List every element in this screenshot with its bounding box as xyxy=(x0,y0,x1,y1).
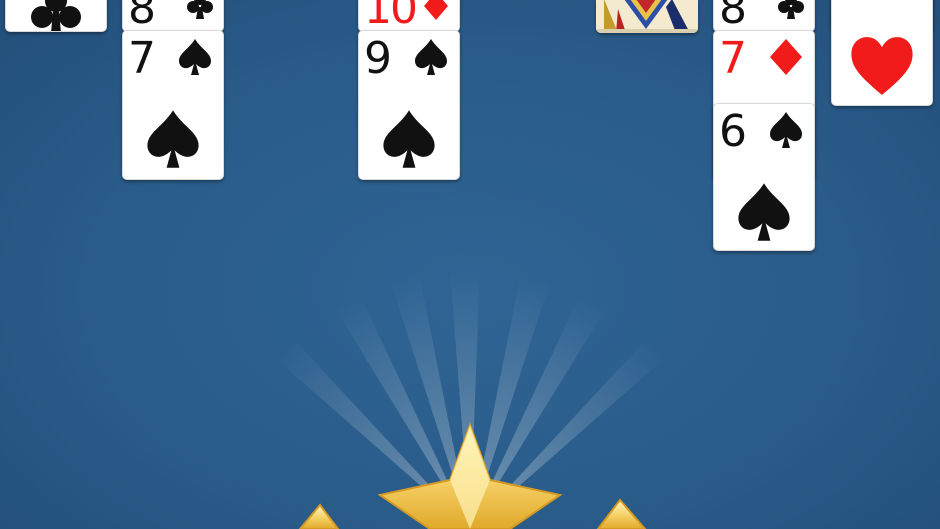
star-icon xyxy=(298,503,340,529)
win-stars-banner xyxy=(260,270,680,529)
game-board: 8 7 10 9 8 7 6 xyxy=(0,0,940,529)
star-icon xyxy=(596,498,647,529)
star-icon xyxy=(377,422,563,529)
